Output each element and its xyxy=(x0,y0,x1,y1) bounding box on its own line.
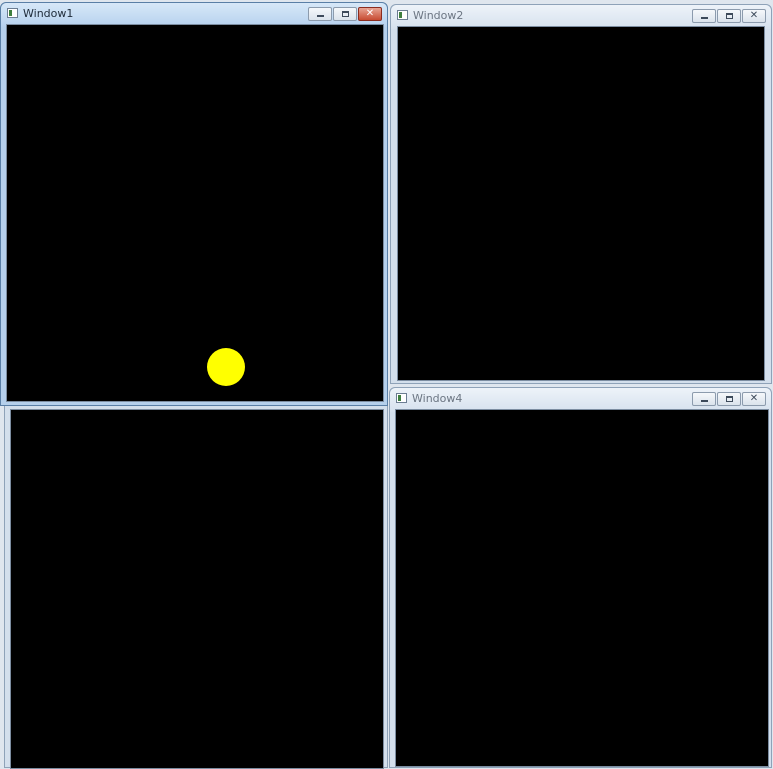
window4[interactable]: Window4 ✕ xyxy=(389,387,772,768)
maximize-button[interactable] xyxy=(717,9,741,23)
window1-canvas[interactable] xyxy=(6,24,384,402)
maximize-icon xyxy=(726,396,733,402)
close-icon: ✕ xyxy=(749,393,759,404)
yellow-ball xyxy=(207,348,245,386)
minimize-button[interactable] xyxy=(692,9,716,23)
maximize-button[interactable] xyxy=(333,7,357,21)
window-app-icon xyxy=(7,8,18,18)
close-button[interactable]: ✕ xyxy=(358,7,382,21)
window3-canvas[interactable] xyxy=(10,409,384,769)
maximize-icon xyxy=(726,13,733,19)
window4-title: Window4 xyxy=(412,392,463,405)
close-button[interactable]: ✕ xyxy=(742,9,766,23)
close-icon: ✕ xyxy=(749,10,759,21)
close-button[interactable]: ✕ xyxy=(742,392,766,406)
window-app-icon xyxy=(396,393,407,403)
window2[interactable]: Window2 ✕ xyxy=(390,4,772,384)
window1-title: Window1 xyxy=(23,7,74,20)
window2-title: Window2 xyxy=(413,9,464,22)
window1[interactable]: Window1 ✕ xyxy=(0,2,388,406)
minimize-button[interactable] xyxy=(692,392,716,406)
close-icon: ✕ xyxy=(365,8,375,19)
maximize-button[interactable] xyxy=(717,392,741,406)
window3[interactable] xyxy=(4,392,388,769)
window-app-icon xyxy=(397,10,408,20)
minimize-icon xyxy=(701,400,708,402)
minimize-icon xyxy=(701,17,708,19)
window2-canvas[interactable] xyxy=(397,26,765,381)
window4-canvas[interactable] xyxy=(395,409,769,767)
minimize-button[interactable] xyxy=(308,7,332,21)
minimize-icon xyxy=(317,15,324,17)
maximize-icon xyxy=(342,11,349,17)
